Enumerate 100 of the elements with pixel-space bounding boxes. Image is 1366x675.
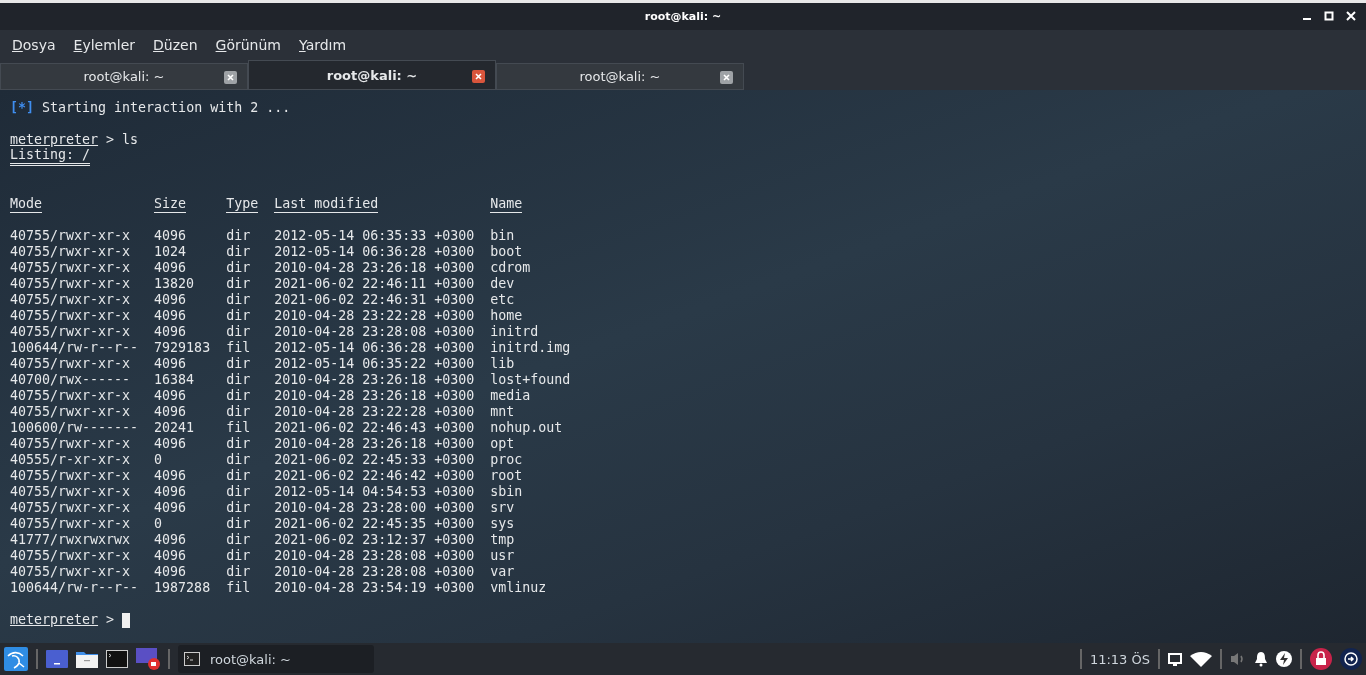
status-marker: [*]: [10, 100, 35, 116]
table-cell: 2010-04-28 23:22:28 +0300: [274, 308, 475, 323]
table-cell: boot: [490, 244, 523, 259]
table-cell: dev: [490, 276, 515, 291]
table-cell: 2021-06-02 22:46:31 +0300: [274, 292, 475, 307]
table-cell: 40755/rwxr-xr-x: [10, 516, 131, 531]
table-cell: 2021-06-02 23:12:37 +0300: [274, 532, 475, 547]
table-cell: 40755/rwxr-xr-x: [10, 564, 131, 579]
table-cell: nohup.out: [490, 420, 563, 435]
display-icon[interactable]: [1168, 652, 1182, 666]
terminal-tab[interactable]: root@kali: ~: [496, 63, 744, 90]
table-cell: etc: [490, 292, 515, 307]
table-cell: 2021-06-02 22:46:43 +0300: [274, 420, 475, 435]
table-cell: media: [490, 388, 531, 403]
close-icon[interactable]: [1346, 11, 1356, 21]
terminal-tab[interactable]: root@kali: ~: [248, 60, 496, 90]
wifi-icon[interactable]: [1190, 651, 1212, 667]
table-cell: 2012-05-14 06:36:28 +0300: [274, 244, 475, 259]
text-cursor: [122, 612, 131, 628]
table-cell: 4096: [154, 356, 187, 371]
prompt-name: meterpreter: [10, 612, 99, 628]
table-cell: 40755/rwxr-xr-x: [10, 388, 131, 403]
lock-icon[interactable]: [1310, 648, 1332, 670]
dragon-logo-icon[interactable]: [4, 647, 28, 671]
terminal-tab[interactable]: root@kali: ~: [0, 63, 248, 90]
table-cell: 2021-06-02 22:46:42 +0300: [274, 468, 475, 483]
terminal-icon: [184, 652, 200, 666]
table-cell: dir: [226, 244, 251, 259]
table-cell: dir: [226, 468, 251, 483]
table-cell: 2010-04-28 23:28:08 +0300: [274, 564, 475, 579]
table-cell: 4096: [154, 292, 187, 307]
table-cell: 0: [154, 452, 163, 467]
folder-icon[interactable]: [76, 650, 98, 668]
table-cell: dir: [226, 516, 251, 531]
table-cell: 2012-05-14 06:36:28 +0300: [274, 340, 475, 355]
table-cell: fil: [226, 420, 251, 435]
table-cell: 40755/rwxr-xr-x: [10, 324, 131, 339]
table-cell: dir: [226, 308, 251, 323]
table-cell: dir: [226, 356, 251, 371]
table-cell: 40755/rwxr-xr-x: [10, 228, 131, 243]
table-cell: 40755/rwxr-xr-x: [10, 548, 131, 563]
menu-item[interactable]: Düzen: [153, 37, 198, 53]
table-cell: 100644/rw-r--r--: [10, 580, 139, 595]
table-cell: dir: [226, 324, 251, 339]
table-cell: 4096: [154, 436, 187, 451]
table-cell: 4096: [154, 228, 187, 243]
table-cell: 40755/rwxr-xr-x: [10, 500, 131, 515]
table-cell: var: [490, 564, 515, 579]
taskbar-window-button[interactable]: root@kali: ~: [178, 645, 374, 673]
menu-item[interactable]: Eylemler: [73, 37, 136, 53]
table-cell: 4096: [154, 500, 187, 515]
table-cell: srv: [490, 500, 515, 515]
table-cell: proc: [490, 452, 523, 467]
bell-icon[interactable]: [1254, 651, 1268, 667]
table-cell: root: [490, 468, 523, 483]
table-cell: dir: [226, 452, 251, 467]
menu-item[interactable]: Dosya: [12, 37, 56, 53]
table-cell: 40755/rwxr-xr-x: [10, 244, 131, 259]
table-cell: 40700/rwx------: [10, 372, 131, 387]
table-cell: dir: [226, 500, 251, 515]
table-cell: 2010-04-28 23:26:18 +0300: [274, 372, 475, 387]
table-cell: dir: [226, 228, 251, 243]
table-cell: cdrom: [490, 260, 531, 275]
column-header: Type: [226, 195, 259, 213]
table-cell: 1987288: [154, 580, 211, 595]
table-cell: dir: [226, 436, 251, 451]
table-cell: 40755/rwxr-xr-x: [10, 292, 131, 307]
table-cell: opt: [490, 436, 515, 451]
table-cell: 4096: [154, 404, 187, 419]
table-cell: 4096: [154, 548, 187, 563]
screen-recorder-icon[interactable]: [136, 648, 160, 670]
lightning-icon[interactable]: [1276, 651, 1292, 667]
menu-item[interactable]: Yardım: [299, 37, 347, 53]
table-cell: 40755/rwxr-xr-x: [10, 468, 131, 483]
menu-item[interactable]: Görünüm: [215, 37, 281, 53]
column-header: Size: [154, 195, 187, 213]
status-message: Starting interaction with 2 ...: [42, 100, 291, 116]
table-cell: initrd: [490, 324, 539, 339]
table-cell: 40755/rwxr-xr-x: [10, 260, 131, 275]
table-cell: 2010-04-28 23:22:28 +0300: [274, 404, 475, 419]
table-cell: dir: [226, 372, 251, 387]
workspace-icon[interactable]: [46, 650, 68, 668]
table-cell: dir: [226, 292, 251, 307]
table-cell: 7929183: [154, 340, 211, 355]
table-cell: bin: [490, 228, 515, 243]
terminal-icon[interactable]: [106, 650, 128, 668]
table-cell: 2010-04-28 23:54:19 +0300: [274, 580, 475, 595]
table-cell: 100644/rw-r--r--: [10, 340, 139, 355]
maximize-icon[interactable]: [1324, 11, 1334, 21]
table-cell: 100600/rw-------: [10, 420, 139, 435]
clock[interactable]: 11:13 ÖS: [1089, 651, 1150, 667]
table-cell: 2012-05-14 06:35:33 +0300: [274, 228, 475, 243]
speaker-icon[interactable]: [1230, 652, 1246, 666]
logout-icon[interactable]: [1340, 648, 1362, 670]
table-cell: dir: [226, 532, 251, 547]
table-cell: fil: [226, 580, 251, 595]
close-icon[interactable]: [472, 70, 485, 83]
table-cell: fil: [226, 340, 251, 355]
table-cell: home: [490, 308, 523, 323]
table-cell: 20241: [154, 420, 195, 435]
